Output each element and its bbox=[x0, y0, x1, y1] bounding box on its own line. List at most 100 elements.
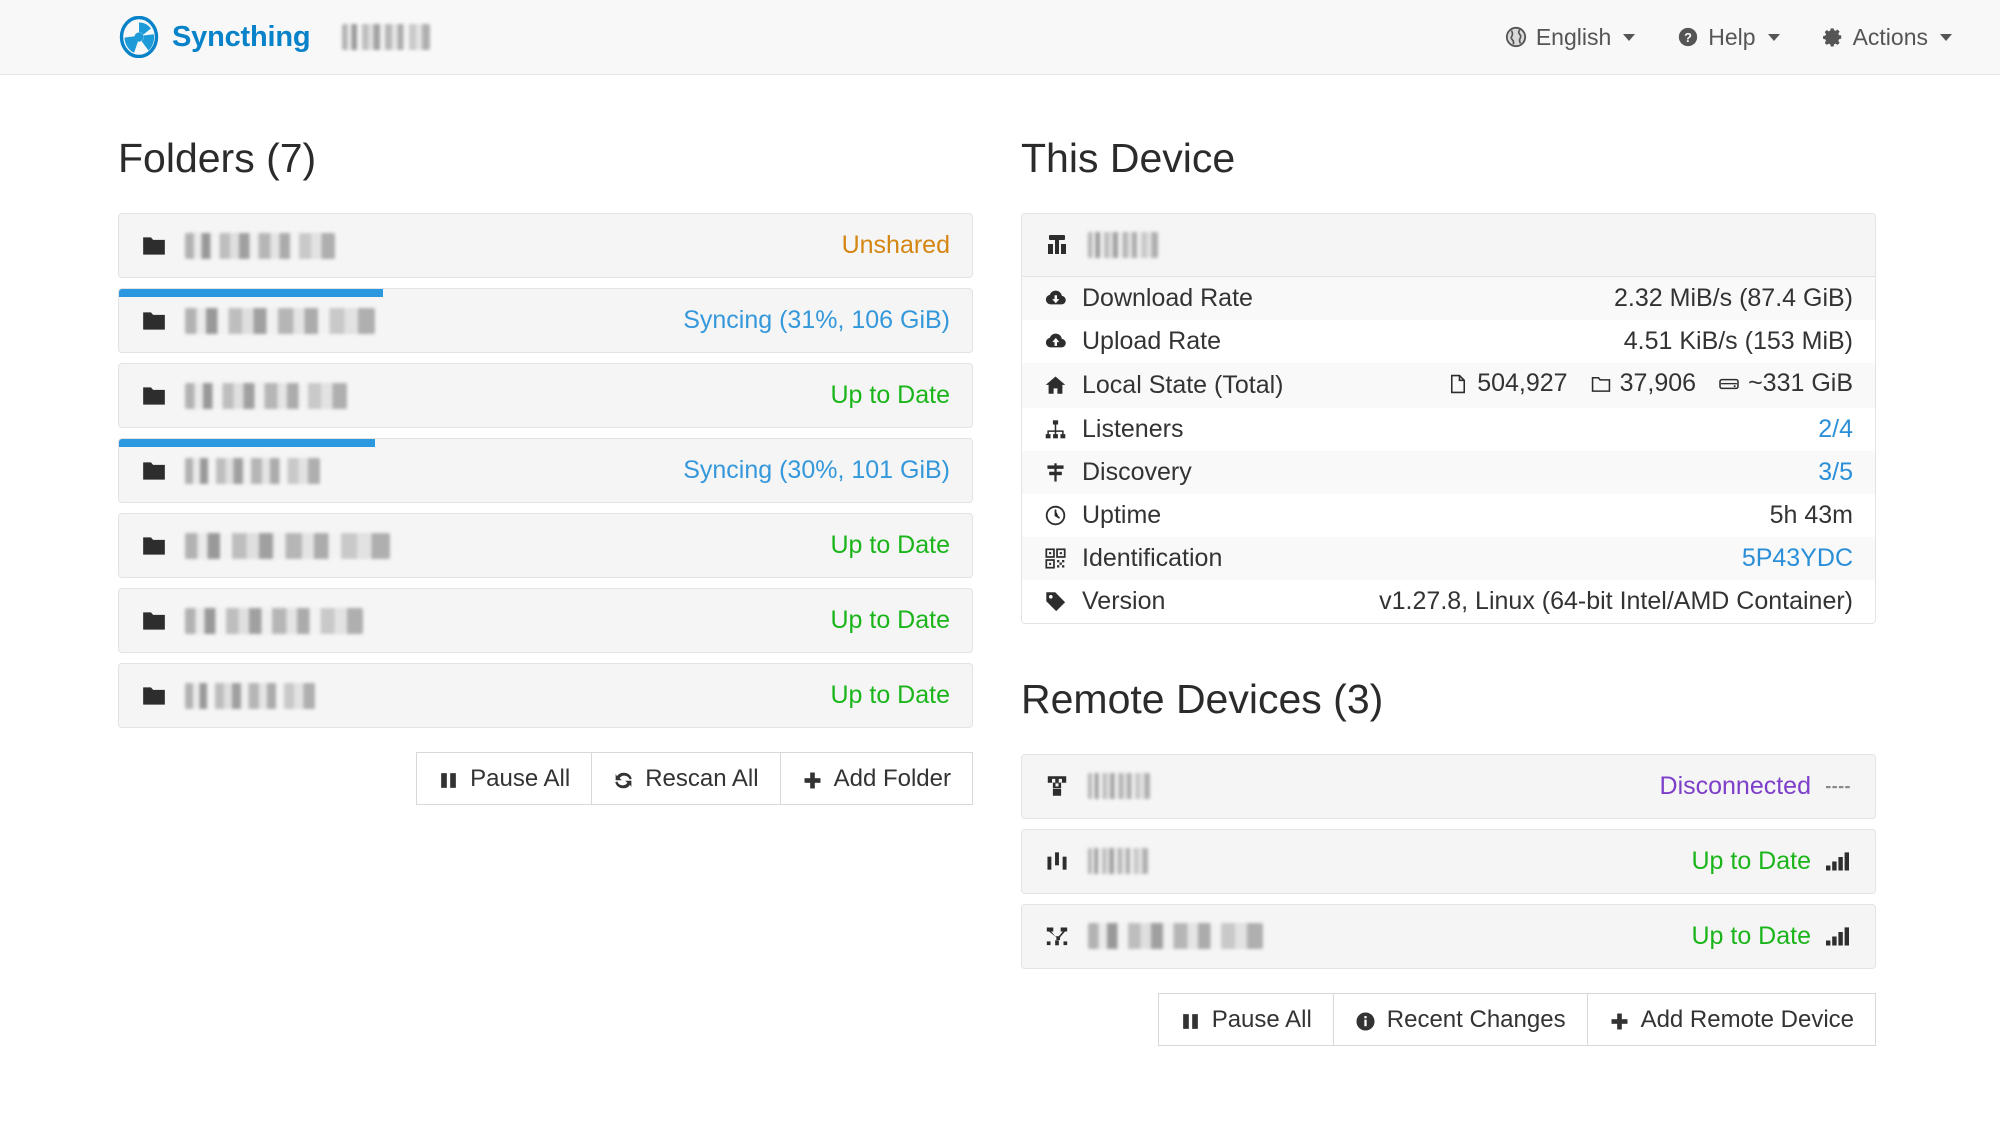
nav-help-label: Help bbox=[1708, 23, 1756, 50]
device-stat-row: Local State (Total) 504,927 37,906 ~331 … bbox=[1022, 363, 1875, 408]
device-stat-row: Discovery 3/5 bbox=[1022, 450, 1875, 494]
brand-link[interactable]: Syncthing bbox=[118, 15, 311, 59]
remote-device-status: Up to Date bbox=[1691, 846, 1811, 875]
local-state-value: ~331 GiB bbox=[1748, 369, 1853, 398]
folder-row-header[interactable]: Up to Date bbox=[119, 589, 972, 652]
remote-device-row[interactable]: Disconnected bbox=[1021, 753, 1876, 819]
nav-actions-dropdown[interactable]: Actions bbox=[1822, 24, 1952, 51]
device-stat-value-cell: 5P43YDC bbox=[1324, 537, 1875, 580]
pause-all-devices-button[interactable]: Pause All bbox=[1157, 992, 1334, 1046]
rescan-all-button[interactable]: Rescan All bbox=[591, 752, 781, 806]
folder-row-header[interactable]: Unshared bbox=[119, 214, 972, 277]
add-folder-label: Add Folder bbox=[833, 765, 951, 793]
local-state-group: ~331 GiB bbox=[1718, 369, 1853, 398]
folder-icon bbox=[141, 308, 167, 334]
remote-device-row[interactable]: Up to Date bbox=[1021, 903, 1876, 969]
this-device-heading: This Device bbox=[1021, 135, 1236, 181]
folder-row[interactable]: Unshared bbox=[118, 213, 973, 279]
device-stat-link[interactable]: 5P43YDC bbox=[1742, 544, 1853, 572]
pause-all-devices-label: Pause All bbox=[1211, 1005, 1312, 1033]
device-stat-link[interactable]: 2/4 bbox=[1818, 415, 1853, 443]
device-stat-label: Upload Rate bbox=[1082, 327, 1221, 356]
folder-status: Up to Date bbox=[830, 681, 950, 710]
remote-device-name bbox=[1088, 923, 1691, 950]
folder-status: Up to Date bbox=[830, 531, 950, 560]
remote-devices-heading: Remote Devices (3) bbox=[1021, 675, 1384, 722]
device-stat-label-cell: Version bbox=[1022, 580, 1324, 623]
folder-row-header[interactable]: Syncing (30%, 101 GiB) bbox=[119, 439, 972, 502]
device-stat-row: Download Rate 2.32 MiB/s (87.4 GiB) bbox=[1022, 277, 1875, 321]
file-icon bbox=[1447, 373, 1469, 395]
nav-language-dropdown[interactable]: English bbox=[1505, 24, 1636, 51]
remote-device-header[interactable]: Up to Date bbox=[1022, 830, 1875, 893]
pause-all-folders-button[interactable]: Pause All bbox=[416, 752, 593, 806]
remote-device-status: Up to Date bbox=[1691, 921, 1811, 950]
folder-status: Up to Date bbox=[830, 381, 950, 410]
remote-device-name bbox=[1088, 848, 1691, 875]
device-stat-link[interactable]: 3/5 bbox=[1818, 458, 1853, 486]
folders-button-row: Pause All Rescan All Add Folder bbox=[118, 752, 973, 806]
device-stat-label: Identification bbox=[1082, 543, 1223, 572]
folder-row-header[interactable]: Up to Date bbox=[119, 364, 972, 427]
device-stat-value: 5h 43m bbox=[1769, 500, 1853, 529]
add-remote-device-button[interactable]: Add Remote Device bbox=[1586, 992, 1876, 1046]
folder-name bbox=[185, 307, 683, 334]
folder-icon bbox=[141, 608, 167, 634]
folder-row-header[interactable]: Syncing (31%, 106 GiB) bbox=[119, 289, 972, 352]
add-folder-button[interactable]: Add Folder bbox=[779, 752, 973, 806]
folder-row[interactable]: Up to Date bbox=[118, 363, 973, 429]
remote-device-header[interactable]: Up to Date bbox=[1022, 905, 1875, 968]
recent-changes-button[interactable]: Recent Changes bbox=[1332, 992, 1588, 1046]
this-device-header[interactable] bbox=[1022, 214, 1875, 278]
remote-device-header[interactable]: Disconnected bbox=[1022, 755, 1875, 818]
local-state-group: 37,906 bbox=[1590, 369, 1696, 398]
rescan-all-label: Rescan All bbox=[645, 765, 759, 793]
folder-status: Syncing (31%, 106 GiB) bbox=[683, 306, 950, 335]
folder-row[interactable]: Up to Date bbox=[118, 513, 973, 579]
pause-all-folders-label: Pause All bbox=[470, 765, 571, 793]
chevron-down-icon bbox=[1767, 33, 1780, 41]
folder-row[interactable]: Syncing (30%, 101 GiB) bbox=[118, 438, 973, 504]
device-stat-label-cell: Local State (Total) bbox=[1022, 363, 1324, 408]
gear-icon bbox=[1822, 26, 1844, 48]
folder-name bbox=[185, 607, 830, 634]
folder-icon bbox=[141, 683, 167, 709]
cloud-download-icon bbox=[1044, 287, 1067, 310]
folder-status: Unshared bbox=[841, 231, 950, 260]
folder-progress-bar bbox=[119, 289, 384, 298]
folder-row[interactable]: Up to Date bbox=[118, 588, 973, 654]
globe-icon bbox=[1505, 26, 1527, 48]
folder-name bbox=[185, 532, 830, 559]
device-network-icon bbox=[1044, 923, 1070, 949]
chevron-down-icon bbox=[1623, 33, 1636, 41]
cloud-upload-icon bbox=[1044, 330, 1067, 353]
device-stat-value-cell: 5h 43m bbox=[1324, 494, 1875, 537]
device-stat-value-cell: 3/5 bbox=[1324, 451, 1875, 494]
qrcode-icon bbox=[1044, 547, 1067, 570]
folder-row-header[interactable]: Up to Date bbox=[119, 514, 972, 577]
folder-status: Up to Date bbox=[830, 606, 950, 635]
nav-help-dropdown[interactable]: ? Help bbox=[1677, 23, 1780, 51]
sitemap-icon bbox=[1044, 418, 1067, 441]
signal-strength-icon bbox=[1825, 849, 1853, 873]
folder-icon bbox=[141, 533, 167, 559]
remote-device-status-wrap: Up to Date bbox=[1691, 847, 1853, 876]
folder-row[interactable]: Up to Date bbox=[118, 663, 973, 729]
folder-name bbox=[185, 682, 830, 709]
question-circle-icon: ? bbox=[1677, 26, 1699, 48]
remote-device-row[interactable]: Up to Date bbox=[1021, 828, 1876, 894]
nav-actions-label: Actions bbox=[1852, 23, 1928, 50]
folders-heading: Folders (7) bbox=[118, 135, 317, 181]
folder-status: Syncing (30%, 101 GiB) bbox=[683, 456, 950, 485]
folder-row[interactable]: Syncing (31%, 106 GiB) bbox=[118, 288, 973, 354]
device-stat-row: Identification 5P43YDC bbox=[1022, 536, 1875, 580]
remote-device-status: Disconnected bbox=[1659, 771, 1811, 800]
device-stat-label: Download Rate bbox=[1082, 284, 1253, 313]
local-state-value: 504,927 bbox=[1477, 369, 1568, 398]
remote-devices-button-row: Pause All Recent Changes Add Remote Devi… bbox=[1021, 992, 1876, 1046]
local-state-value: 37,906 bbox=[1619, 369, 1697, 398]
this-device-name bbox=[1088, 232, 1853, 259]
recent-changes-label: Recent Changes bbox=[1386, 1005, 1566, 1033]
device-stat-value-cell: v1.27.8, Linux (64-bit Intel/AMD Contain… bbox=[1324, 580, 1875, 623]
folder-row-header[interactable]: Up to Date bbox=[119, 664, 972, 727]
